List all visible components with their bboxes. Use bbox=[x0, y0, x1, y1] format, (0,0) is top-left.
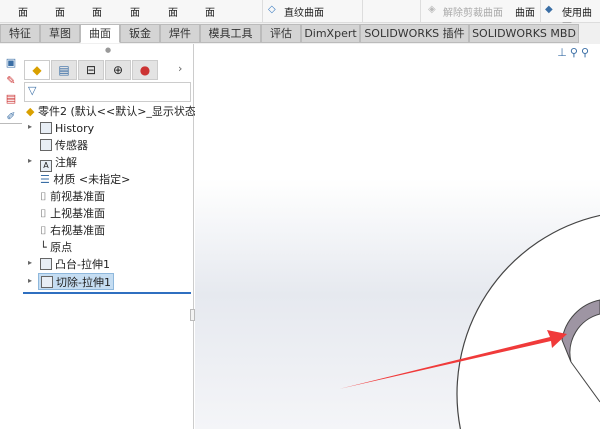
sensor-folder-icon bbox=[40, 139, 52, 151]
tab-solidworks-mbd[interactable]: SOLIDWORKS MBD bbox=[469, 24, 579, 43]
task-icon-column: ▣ ✎ ▤ ✐ bbox=[0, 54, 22, 124]
tools-icon[interactable]: ✐ bbox=[4, 110, 18, 124]
label: 右视基准面 bbox=[50, 224, 106, 237]
ruled-surface-button[interactable]: 直纹曲面 bbox=[284, 4, 324, 19]
tree-item-material[interactable]: ☰ 材质 <未指定> bbox=[40, 171, 130, 188]
label: 凸台-拉伸1 bbox=[55, 258, 110, 271]
untrim-icon: ◈ bbox=[428, 4, 436, 15]
tree-item-boss-extrude[interactable]: 凸台-拉伸1 bbox=[40, 256, 110, 273]
feature-tree-tab[interactable]: ◆ bbox=[24, 60, 50, 80]
tree-filter-input[interactable]: ▽ bbox=[24, 82, 191, 102]
label: 前视基准面 bbox=[50, 190, 106, 203]
display-manager-tab[interactable]: ● bbox=[132, 60, 158, 80]
cut-extrude-icon bbox=[41, 276, 53, 288]
expand-arrow[interactable]: ▸ bbox=[28, 276, 32, 285]
label: 传感器 bbox=[55, 139, 88, 152]
3d-view-icon[interactable]: ▣ bbox=[4, 56, 18, 70]
tab-sheet-metal[interactable]: 钣金 bbox=[120, 24, 160, 43]
ribbon-item[interactable]: 面 bbox=[205, 4, 215, 19]
tree-root[interactable]: ◆ 零件2 (默认<<默认>_显示状态 bbox=[26, 103, 196, 120]
origin-icon: └ bbox=[40, 241, 51, 254]
divider bbox=[362, 0, 363, 22]
tab-solidworks-addins[interactable]: SOLIDWORKS 插件 bbox=[360, 24, 469, 43]
model-view bbox=[339, 214, 600, 429]
tree-item-origin[interactable]: └ 原点 bbox=[40, 239, 72, 256]
tab-dimxpert[interactable]: DimXpert bbox=[301, 24, 360, 43]
feature-manager-panel: ● ▣ ✎ ▤ ✐ ◆ ▤ ⊟ ⊕ ● › ▽ ◆ 零件2 (默认<<默认>_显… bbox=[0, 44, 196, 429]
ruled-surface-icon: ◇ bbox=[268, 4, 276, 15]
tab-features[interactable]: 特征 bbox=[0, 24, 40, 43]
part-icon: ◆ bbox=[26, 105, 38, 118]
plane-icon: ⌷ bbox=[40, 224, 51, 237]
label: 注解 bbox=[55, 156, 77, 169]
plane-icon: ⌷ bbox=[40, 190, 51, 203]
configuration-manager-tab[interactable]: ⊟ bbox=[78, 60, 104, 80]
export-3d-icon[interactable]: ▤ bbox=[4, 92, 18, 106]
divider bbox=[420, 0, 421, 22]
chevron-right-icon[interactable]: › bbox=[178, 62, 182, 75]
ribbon-item[interactable]: 面 bbox=[55, 4, 65, 19]
plane-icon: ⌷ bbox=[40, 207, 51, 220]
extrude-icon bbox=[40, 258, 52, 270]
history-folder-icon bbox=[40, 122, 52, 134]
dimxpert-manager-tab[interactable]: ⊕ bbox=[105, 60, 131, 80]
tab-evaluate[interactable]: 评估 bbox=[261, 24, 301, 43]
tree-item-annotations[interactable]: A 注解 bbox=[40, 154, 77, 172]
ribbon-item[interactable]: 面 bbox=[92, 4, 102, 19]
tab-sketch[interactable]: 草图 bbox=[40, 24, 80, 43]
tree-item-top-plane[interactable]: ⌷ 上视基准面 bbox=[40, 205, 105, 222]
rollback-bar[interactable] bbox=[23, 292, 191, 294]
edit-icon[interactable]: ✎ bbox=[4, 74, 18, 88]
filter-icon: ▽ bbox=[28, 84, 37, 97]
panel-grip[interactable]: ● bbox=[105, 46, 111, 54]
ribbon-item[interactable]: 面 bbox=[18, 4, 28, 19]
ribbon-item[interactable]: 面 bbox=[130, 4, 140, 19]
tree-item-history[interactable]: History bbox=[40, 120, 94, 137]
divider bbox=[540, 0, 541, 22]
ribbon-toolbar: 面 面 面 面 面 面 ◇ 直纹曲面 ◈ 解除剪裁曲面 曲面 ◆ 使用曲面 bbox=[0, 0, 600, 34]
graphics-area[interactable]: ⊥⚲⚲ bbox=[195, 44, 600, 429]
tree-root-label: 零件2 (默认<<默认>_显示状态 bbox=[37, 105, 196, 118]
use-surface-icon: ◆ bbox=[545, 4, 553, 15]
tree-item-cut-extrude[interactable]: 切除-拉伸1 bbox=[38, 273, 114, 290]
tree-item-sensors[interactable]: 传感器 bbox=[40, 137, 88, 154]
ribbon-item[interactable]: 面 bbox=[168, 4, 178, 19]
tree-item-right-plane[interactable]: ⌷ 右视基准面 bbox=[40, 222, 105, 239]
expand-arrow[interactable]: ▸ bbox=[28, 258, 32, 267]
material-icon: ☰ bbox=[40, 173, 54, 186]
surface-button[interactable]: 曲面 bbox=[515, 4, 535, 19]
label: 切除-拉伸1 bbox=[56, 276, 111, 289]
property-manager-tab[interactable]: ▤ bbox=[51, 60, 77, 80]
tab-mold-tools[interactable]: 模具工具 bbox=[200, 24, 261, 43]
expand-arrow[interactable]: ▸ bbox=[28, 156, 32, 165]
divider bbox=[262, 0, 263, 22]
command-manager-tabs: 特征 草图 曲面 钣金 焊件 模具工具 评估 DimXpert SOLIDWOR… bbox=[0, 23, 600, 44]
expand-arrow[interactable]: ▸ bbox=[28, 122, 32, 131]
tab-surfaces[interactable]: 曲面 bbox=[80, 24, 120, 43]
tab-weldments[interactable]: 焊件 bbox=[160, 24, 200, 43]
tree-item-front-plane[interactable]: ⌷ 前视基准面 bbox=[40, 188, 105, 205]
label: 上视基准面 bbox=[50, 207, 106, 220]
label: History bbox=[55, 122, 95, 135]
label: 材质 <未指定> bbox=[53, 173, 131, 186]
label: 原点 bbox=[50, 241, 73, 254]
untrim-surface-button[interactable]: 解除剪裁曲面 bbox=[443, 4, 503, 19]
